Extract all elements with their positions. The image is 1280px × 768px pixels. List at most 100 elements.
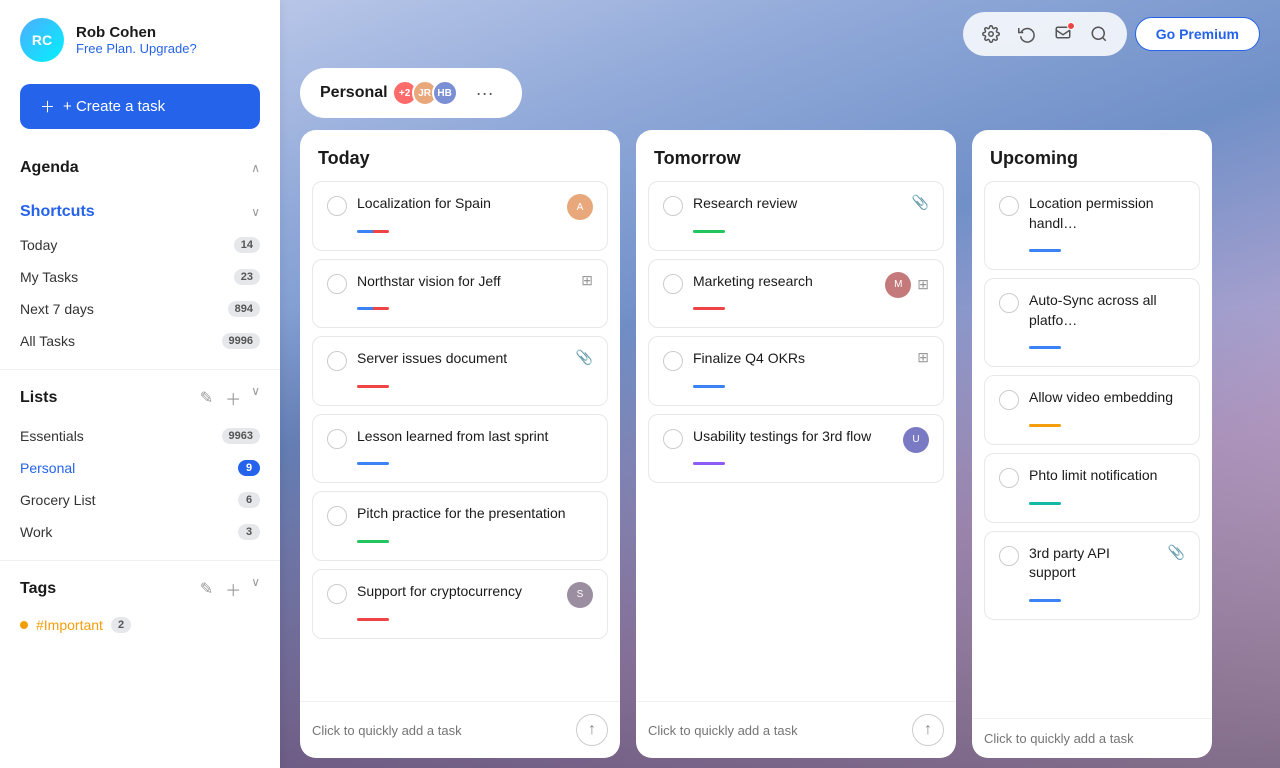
task-checkbox[interactable]	[999, 468, 1019, 488]
task-avatar: U	[903, 427, 929, 453]
agenda-title: Agenda	[20, 159, 79, 177]
tomorrow-quick-add-input[interactable]	[648, 723, 904, 738]
tags-add-button[interactable]: ＋	[223, 575, 243, 603]
task-finalize-okrs[interactable]: Finalize Q4 OKRs ⊞	[648, 336, 944, 406]
task-server-issues[interactable]: Server issues document 📎	[312, 336, 608, 406]
task-localization-spain[interactable]: Localization for Spain A	[312, 181, 608, 251]
task-checkbox[interactable]	[999, 293, 1019, 313]
all-tasks-label: All Tasks	[20, 333, 75, 349]
shortcuts-header[interactable]: Shortcuts	[20, 193, 260, 229]
task-title: Support for cryptocurrency	[357, 582, 557, 602]
sidebar-item-personal[interactable]: Personal 9	[20, 452, 260, 484]
task-auto-sync[interactable]: Auto-Sync across all platfo…	[984, 278, 1200, 367]
task-api-support[interactable]: 3rd party API support 📎	[984, 531, 1200, 620]
task-lesson-learned[interactable]: Lesson learned from last sprint	[312, 414, 608, 484]
task-title: 3rd party API support	[1029, 544, 1158, 583]
tomorrow-tasks-list: Research review 📎 Marketing research	[636, 181, 956, 701]
lists-chevron-icon	[251, 384, 260, 412]
task-checkbox[interactable]	[999, 390, 1019, 410]
task-usability-testing[interactable]: Usability testings for 3rd flow U	[648, 414, 944, 484]
lists-header[interactable]: Lists ✎ ＋	[20, 374, 260, 420]
today-quick-add-input[interactable]	[312, 723, 568, 738]
tomorrow-footer: ↑	[636, 701, 956, 758]
sidebar-item-next7days[interactable]: Next 7 days 894	[20, 293, 260, 325]
tomorrow-add-button[interactable]: ↑	[912, 714, 944, 746]
column-upcoming-header: Upcoming	[972, 130, 1212, 181]
task-allow-video-embedding[interactable]: Allow video embedding	[984, 375, 1200, 445]
task-checkbox[interactable]	[327, 196, 347, 216]
grocery-badge: 6	[238, 492, 260, 508]
task-content: Finalize Q4 OKRs	[693, 349, 907, 393]
refresh-button[interactable]	[1011, 18, 1043, 50]
essentials-label: Essentials	[20, 428, 84, 444]
create-task-button[interactable]: ＋ + Create a task	[20, 84, 260, 129]
board-more-button[interactable]: ···	[468, 76, 502, 110]
agenda-section: Agenda	[0, 149, 280, 185]
tags-header[interactable]: Tags ✎ ＋	[20, 565, 260, 611]
upgrade-link[interactable]: Upgrade?	[140, 41, 197, 56]
task-northstar-vision[interactable]: Northstar vision for Jeff ⊞	[312, 259, 608, 329]
task-title: Server issues document	[357, 349, 566, 369]
tag-important[interactable]: #Important 2	[20, 611, 260, 639]
shortcuts-title: Shortcuts	[20, 203, 95, 221]
sidebar-item-today[interactable]: Today 14	[20, 229, 260, 261]
member-avatars: +2 JR HB	[398, 80, 458, 106]
task-location-permission[interactable]: Location permission handl…	[984, 181, 1200, 270]
go-premium-button[interactable]: Go Premium	[1135, 17, 1260, 51]
shortcuts-section: Shortcuts Today 14 My Tasks 23 Next 7 da…	[0, 193, 280, 357]
task-marketing-research[interactable]: Marketing research M ⊞	[648, 259, 944, 329]
notification-button[interactable]	[1047, 18, 1079, 50]
gear-icon	[982, 25, 1000, 43]
task-checkbox[interactable]	[663, 429, 683, 449]
user-avatar: RC	[20, 18, 64, 62]
task-tag	[357, 230, 389, 233]
search-icon	[1090, 25, 1108, 43]
task-checkbox[interactable]	[327, 274, 347, 294]
task-checkbox[interactable]	[327, 506, 347, 526]
sidebar-item-my-tasks[interactable]: My Tasks 23	[20, 261, 260, 293]
shortcuts-list: Today 14 My Tasks 23 Next 7 days 894 All…	[20, 229, 260, 357]
task-checkbox[interactable]	[327, 429, 347, 449]
attachment-icon: 📎	[576, 349, 593, 366]
settings-button[interactable]	[975, 18, 1007, 50]
today-add-button[interactable]: ↑	[576, 714, 608, 746]
task-avatar: A	[567, 194, 593, 220]
user-name: Rob Cohen	[76, 24, 197, 41]
agenda-header[interactable]: Agenda	[20, 149, 260, 185]
task-photo-limit[interactable]: Phto limit notification	[984, 453, 1200, 523]
task-title: Location permission handl…	[1029, 194, 1185, 233]
task-avatar: M	[885, 272, 911, 298]
lists-add-button[interactable]: ＋	[223, 384, 243, 412]
task-cryptocurrency[interactable]: Support for cryptocurrency S	[312, 569, 608, 639]
task-checkbox[interactable]	[999, 196, 1019, 216]
board-header: Personal +2 JR HB ···	[280, 68, 1280, 130]
task-checkbox[interactable]	[663, 196, 683, 216]
task-tag	[1029, 502, 1061, 505]
sidebar-item-work[interactable]: Work 3	[20, 516, 260, 548]
task-content: Northstar vision for Jeff	[357, 272, 571, 316]
task-tag	[1029, 346, 1061, 349]
task-pitch-practice[interactable]: Pitch practice for the presentation	[312, 491, 608, 561]
task-title: Auto-Sync across all platfo…	[1029, 291, 1185, 330]
main-panel: Go Premium Personal +2 JR HB ··· Today	[280, 0, 1280, 768]
today-footer: ↑	[300, 701, 620, 758]
task-checkbox[interactable]	[327, 584, 347, 604]
column-today-header: Today	[300, 130, 620, 181]
task-meta: ⊞	[917, 349, 929, 366]
task-checkbox[interactable]	[999, 546, 1019, 566]
task-checkbox[interactable]	[663, 274, 683, 294]
task-checkbox[interactable]	[663, 351, 683, 371]
top-bar-icons	[963, 12, 1127, 56]
today-badge: 14	[234, 237, 260, 253]
attachment-icon: 📎	[1168, 544, 1185, 561]
sidebar-item-all-tasks[interactable]: All Tasks 9996	[20, 325, 260, 357]
search-button[interactable]	[1083, 18, 1115, 50]
tags-edit-button[interactable]: ✎	[198, 575, 215, 603]
next7days-badge: 894	[228, 301, 260, 317]
upcoming-quick-add-input[interactable]	[984, 731, 1200, 746]
lists-edit-button[interactable]: ✎	[198, 384, 215, 412]
sidebar-item-essentials[interactable]: Essentials 9963	[20, 420, 260, 452]
task-checkbox[interactable]	[327, 351, 347, 371]
task-research-review[interactable]: Research review 📎	[648, 181, 944, 251]
sidebar-item-grocery[interactable]: Grocery List 6	[20, 484, 260, 516]
